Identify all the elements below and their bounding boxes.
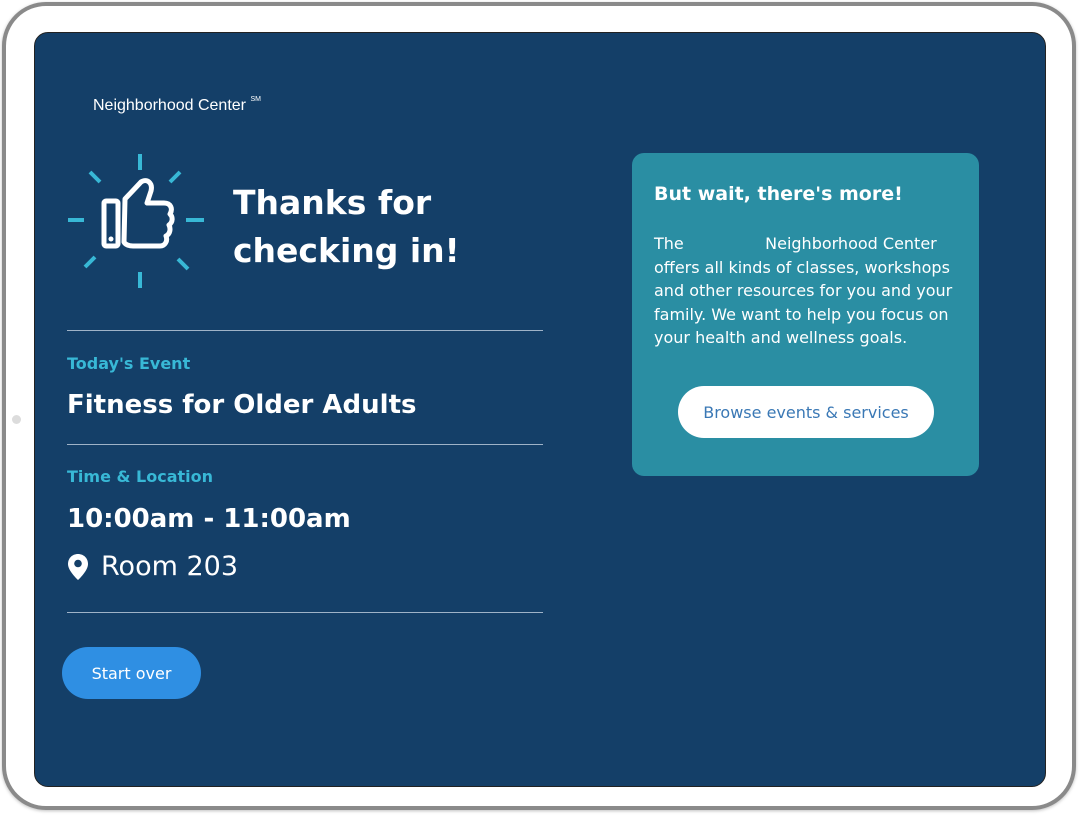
event-label: Today's Event	[67, 354, 191, 373]
promo-body: The Neighborhood Center offers all kinds…	[654, 234, 958, 347]
start-over-button[interactable]: Start over	[62, 647, 201, 699]
event-time: 10:00am - 11:00am	[67, 504, 351, 534]
promo-card: But wait, there's more! The Neighborhood…	[632, 153, 979, 476]
event-name: Fitness for Older Adults	[67, 390, 417, 420]
brand-logo: Neighborhood Center SM	[93, 95, 261, 115]
divider	[67, 444, 543, 445]
time-location-label: Time & Location	[67, 467, 213, 486]
camera-dot	[12, 415, 21, 424]
divider	[67, 612, 543, 613]
kiosk-screen: Neighborhood Center SM Thanks for checki…	[34, 32, 1046, 787]
thumbs-up-icon	[67, 151, 207, 291]
event-location: Room 203	[67, 551, 238, 582]
promo-title: But wait, there's more!	[654, 183, 903, 205]
title-line-2: checking in!	[233, 231, 460, 270]
service-mark: SM	[250, 95, 261, 103]
divider	[67, 330, 543, 331]
brand-name: Neighborhood Center	[93, 97, 246, 114]
page-title: Thanks for checking in!	[233, 179, 533, 275]
map-pin-icon	[68, 553, 88, 580]
title-line-1: Thanks for	[233, 183, 432, 222]
room-number: Room 203	[101, 551, 239, 582]
browse-events-button[interactable]: Browse events & services	[678, 386, 934, 438]
